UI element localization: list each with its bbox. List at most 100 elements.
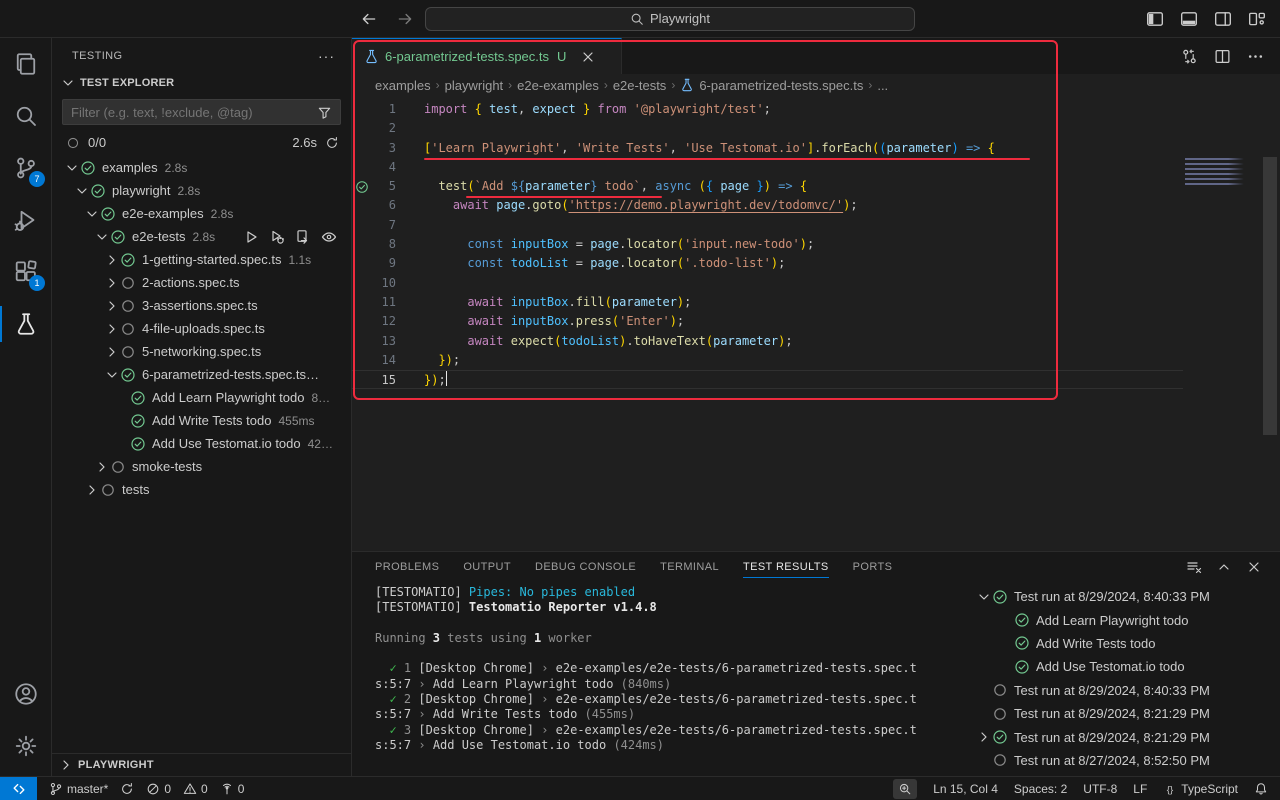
forward-arrow-icon[interactable] (396, 10, 414, 28)
git-sync[interactable] (120, 777, 134, 800)
search-view-icon[interactable] (0, 90, 52, 142)
test-run-item[interactable]: Test run at 8/29/2024, 8:21:29 PM (968, 702, 1280, 725)
panel-tab-debug-console[interactable]: DEBUG CONSOLE (535, 552, 636, 582)
test-run-item[interactable] (968, 772, 1280, 776)
code-line[interactable]: 5 test(`Add ${parameter} todo`, async ({… (352, 177, 1183, 196)
panel-tab-ports[interactable]: PORTS (853, 552, 893, 582)
toggle-secondary-sidebar-icon[interactable] (1214, 10, 1232, 28)
test-tree-item[interactable]: e2e-examples2.8s (52, 202, 351, 225)
test-tree-item[interactable]: 3-assertions.spec.ts (52, 294, 351, 317)
back-arrow-icon[interactable] (360, 10, 378, 28)
debug-icon[interactable] (269, 229, 285, 245)
panel-tab-test-results[interactable]: TEST RESULTS (743, 552, 829, 582)
toggle-sidebar-icon[interactable] (1146, 10, 1164, 28)
goto-file-icon[interactable] (295, 229, 311, 245)
settings-gear-icon[interactable] (0, 720, 52, 772)
breadcrumb-item[interactable]: e2e-tests (613, 78, 666, 93)
code-line[interactable]: 14 }); (352, 351, 1183, 370)
test-run-item[interactable]: Add Use Testomat.io todo (968, 655, 1280, 678)
testing-icon[interactable] (0, 298, 52, 350)
refresh-tests-icon[interactable] (325, 136, 339, 150)
ports[interactable]: 0 (220, 777, 245, 800)
test-tree-item[interactable]: examples2.8s (52, 156, 351, 179)
breadcrumb-item[interactable]: ... (877, 78, 888, 93)
code-line[interactable]: 9 const todoList = page.locator('.todo-l… (352, 254, 1183, 273)
code-line[interactable]: 7 (352, 216, 1183, 235)
breadcrumb-item[interactable]: examples (375, 78, 431, 93)
code-line[interactable]: 15}); (352, 370, 1183, 389)
gutter-test-pass-icon[interactable] (355, 180, 369, 194)
source-control-icon[interactable]: 7 (0, 142, 52, 194)
code-line[interactable]: 1import { test, expect } from '@playwrig… (352, 100, 1183, 119)
run-debug-icon[interactable] (0, 194, 52, 246)
zoom-indicator[interactable] (893, 779, 917, 799)
eye-icon[interactable] (321, 229, 337, 245)
close-panel-icon[interactable] (1246, 559, 1262, 575)
test-run-item[interactable]: Test run at 8/29/2024, 8:40:33 PM (968, 585, 1280, 608)
code-line[interactable]: 8 const inputBox = page.locator('input.n… (352, 235, 1183, 254)
breadcrumb-item[interactable]: 6-parametrized-tests.spec.ts (699, 78, 863, 93)
split-editor-icon[interactable] (1214, 48, 1231, 65)
test-run-item[interactable]: Add Write Tests todo (968, 632, 1280, 655)
indentation[interactable]: Spaces: 2 (1014, 777, 1067, 800)
command-center-search[interactable]: Playwright (425, 7, 915, 31)
code-line[interactable]: 12 await inputBox.press('Enter'); (352, 312, 1183, 331)
editor-tab[interactable]: 6-parametrized-tests.spec.ts U (352, 38, 622, 74)
test-tree-item[interactable]: playwright2.8s (52, 179, 351, 202)
panel-tab-terminal[interactable]: TERMINAL (660, 552, 719, 582)
minimap[interactable] (1185, 158, 1247, 188)
test-tree-item[interactable]: tests (52, 478, 351, 501)
play-icon[interactable] (243, 229, 259, 245)
test-tree-item[interactable]: Add Write Tests todo455ms (52, 409, 351, 432)
toggle-panel-icon[interactable] (1180, 10, 1198, 28)
code-line[interactable]: 6 await page.goto('https://demo.playwrig… (352, 196, 1183, 215)
code-editor[interactable]: 1import { test, expect } from '@playwrig… (352, 96, 1280, 551)
panel-tab-problems[interactable]: PROBLEMS (375, 552, 439, 582)
test-tree-item[interactable]: Add Use Testomat.io todo42… (52, 432, 351, 455)
close-tab-icon[interactable] (580, 49, 596, 65)
editor-scrollbar[interactable] (1263, 157, 1277, 435)
extensions-icon[interactable]: 1 (0, 246, 52, 298)
cursor-position[interactable]: Ln 15, Col 4 (933, 777, 998, 800)
test-tree-item[interactable]: 2-actions.spec.ts (52, 271, 351, 294)
test-run-item[interactable]: Test run at 8/27/2024, 8:52:50 PM (968, 749, 1280, 772)
code-line[interactable]: 10 (352, 274, 1183, 293)
remote-indicator[interactable] (0, 777, 37, 800)
code-line[interactable]: 4 (352, 158, 1183, 177)
test-tree-item[interactable]: smoke-tests (52, 455, 351, 478)
customize-layout-icon[interactable] (1248, 10, 1266, 28)
open-changes-icon[interactable] (1181, 48, 1198, 65)
panel-tab-output[interactable]: OUTPUT (463, 552, 511, 582)
sidebar-more-actions[interactable]: ··· (318, 48, 335, 64)
test-run-item[interactable]: Test run at 8/29/2024, 8:40:33 PM (968, 679, 1280, 702)
playwright-section-header[interactable]: PLAYWRIGHT (52, 753, 351, 776)
test-tree-item[interactable]: Add Learn Playwright todo8… (52, 386, 351, 409)
encoding[interactable]: UTF-8 (1083, 777, 1117, 800)
maximize-panel-icon[interactable] (1216, 559, 1232, 575)
code-line[interactable]: 11 await inputBox.fill(parameter); (352, 293, 1183, 312)
code-line[interactable]: 2 (352, 119, 1183, 138)
warnings[interactable]: 0 (183, 777, 208, 800)
language-mode[interactable]: {}TypeScript (1163, 777, 1238, 800)
breadcrumb-item[interactable]: e2e-examples (517, 78, 599, 93)
account-icon[interactable] (0, 668, 52, 720)
test-tree-item[interactable]: e2e-tests2.8s (52, 225, 351, 248)
errors[interactable]: 0 (146, 777, 171, 800)
code-line[interactable]: 13 await expect(todoList).toHaveText(par… (352, 332, 1183, 351)
test-tree-item[interactable]: 5-networking.spec.ts (52, 340, 351, 363)
eol[interactable]: LF (1133, 777, 1147, 800)
test-tree-item[interactable]: 4-file-uploads.spec.ts (52, 317, 351, 340)
test-tree-item[interactable]: 6-parametrized-tests.spec.ts… (52, 363, 351, 386)
test-tree-item[interactable]: 1-getting-started.spec.ts1.1s (52, 248, 351, 271)
breadcrumb-item[interactable]: playwright (445, 78, 504, 93)
test-run-item[interactable]: Add Learn Playwright todo (968, 608, 1280, 631)
clear-results-icon[interactable] (1186, 559, 1202, 575)
test-explorer-section-header[interactable]: TEST EXPLORER (52, 73, 351, 97)
test-output[interactable]: [TESTOMATIO] Pipes: No pipes enabled[TES… (352, 582, 968, 776)
editor-more-actions-icon[interactable] (1247, 48, 1264, 65)
notifications[interactable] (1254, 777, 1268, 800)
git-branch[interactable]: master* (49, 777, 108, 800)
filter-icon[interactable] (317, 105, 332, 120)
test-run-item[interactable]: Test run at 8/29/2024, 8:21:29 PM (968, 725, 1280, 748)
explorer-icon[interactable] (0, 38, 52, 90)
